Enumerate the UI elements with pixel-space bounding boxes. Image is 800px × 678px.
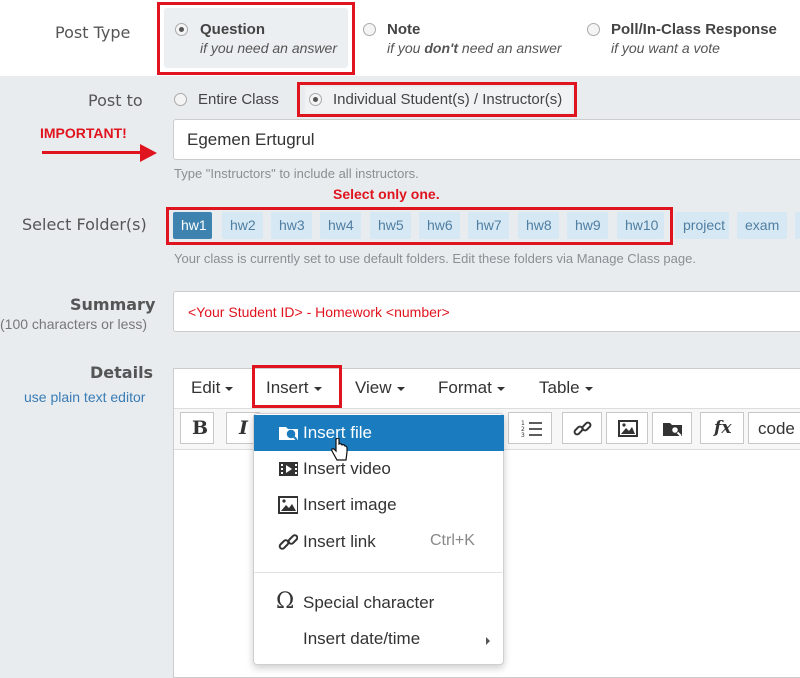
arrow-head-icon (140, 144, 157, 162)
bold-button[interactable]: B (180, 412, 214, 444)
highlight-individual (297, 82, 577, 117)
summary-sublabel: (100 characters or less) (0, 316, 148, 332)
arrow-shaft (42, 151, 142, 154)
image-icon (278, 496, 298, 514)
highlight-insert-menu (252, 365, 342, 408)
image-icon (618, 420, 638, 437)
menu-edit[interactable]: Edit (191, 378, 234, 398)
poll-radio[interactable] (587, 23, 600, 36)
recipient-value: Egemen Ertugrul (187, 130, 315, 149)
code-button[interactable]: code (748, 412, 800, 444)
bold-icon: B (192, 417, 209, 439)
post-type-label: Post Type (55, 23, 131, 42)
post-to-label: Post to (88, 91, 143, 110)
formula-icon: fx (714, 418, 732, 438)
insert-datetime-label: Insert date/time (303, 629, 421, 648)
numbered-list-button[interactable]: 123 (508, 412, 552, 444)
note-subtitle-emphasis: don't (424, 40, 459, 56)
folder-exam[interactable]: exam (737, 212, 787, 239)
recipient-input[interactable]: Egemen Ertugrul (173, 119, 800, 160)
formula-button[interactable]: fx (700, 412, 744, 444)
summary-label: Summary (70, 295, 156, 314)
folder-more[interactable] (795, 212, 800, 239)
italic-icon: I (239, 417, 248, 439)
menu-format[interactable]: Format (438, 378, 505, 398)
menu-item-special-character[interactable]: Ω Special character (254, 585, 504, 621)
details-label: Details (90, 363, 154, 382)
folder-project[interactable]: project (675, 212, 729, 239)
omega-icon: Ω (276, 589, 295, 614)
note-subtitle: if you don't need an answer (387, 40, 562, 56)
svg-text:3: 3 (521, 432, 525, 438)
recipient-help: Type "Instructors" to include all instru… (174, 166, 419, 181)
chevron-down-icon (396, 386, 405, 391)
menu-item-insert-link[interactable]: Insert link Ctrl+K (254, 524, 504, 560)
submenu-arrow-icon (486, 637, 490, 645)
menu-item-insert-video[interactable]: Insert video (254, 451, 504, 487)
chevron-down-icon (225, 386, 234, 391)
folders-help: Your class is currently set to use defau… (174, 251, 696, 266)
menu-view[interactable]: View (355, 378, 405, 398)
post-type-poll-option[interactable]: Poll/In-Class Response if you want a vot… (584, 8, 794, 68)
note-radio[interactable] (363, 23, 376, 36)
file-browse-button[interactable] (652, 412, 692, 444)
link-button[interactable] (562, 412, 602, 444)
summary-input[interactable]: <Your Student ID> - Homework <number> (173, 291, 800, 332)
highlight-hw-folders (166, 207, 673, 245)
link-icon (573, 421, 592, 436)
dropdown-divider (254, 572, 502, 573)
link-icon (278, 534, 298, 550)
insert-image-label: Insert image (303, 495, 397, 514)
entire-class-label[interactable]: Entire Class (198, 91, 279, 108)
post-type-note-option[interactable]: Note if you don't need an answer (360, 8, 570, 68)
highlight-question (157, 2, 355, 75)
select-folders-label: Select Folder(s) (22, 215, 147, 234)
poll-title: Poll/In-Class Response (611, 21, 777, 38)
important-note: IMPORTANT! (40, 125, 127, 141)
menu-item-insert-image[interactable]: Insert image (254, 487, 504, 523)
code-label: code (758, 419, 795, 438)
image-button[interactable] (606, 412, 648, 444)
insert-file-icon (279, 427, 298, 441)
menu-item-insert-datetime[interactable]: Insert date/time (254, 621, 504, 657)
insert-link-shortcut: Ctrl+K (430, 532, 475, 549)
special-character-label: Special character (303, 593, 435, 612)
poll-subtitle: if you want a vote (611, 40, 720, 56)
note-title: Note (387, 21, 421, 38)
menu-item-insert-file[interactable]: Insert file (254, 415, 504, 451)
numbered-list-icon: 123 (521, 420, 542, 438)
entire-class-radio[interactable] (174, 93, 187, 106)
chevron-down-icon (496, 386, 505, 391)
insert-video-label: Insert video (303, 459, 391, 478)
menu-table[interactable]: Table (539, 378, 593, 398)
chevron-down-icon (584, 386, 593, 391)
plain-text-editor-link[interactable]: use plain text editor (24, 389, 145, 405)
video-icon (279, 462, 298, 476)
select-one-note: Select only one. (333, 186, 440, 202)
folder-search-icon (663, 423, 682, 437)
summary-value: <Your Student ID> - Homework <number> (188, 304, 450, 320)
insert-link-label: Insert link (303, 532, 376, 551)
